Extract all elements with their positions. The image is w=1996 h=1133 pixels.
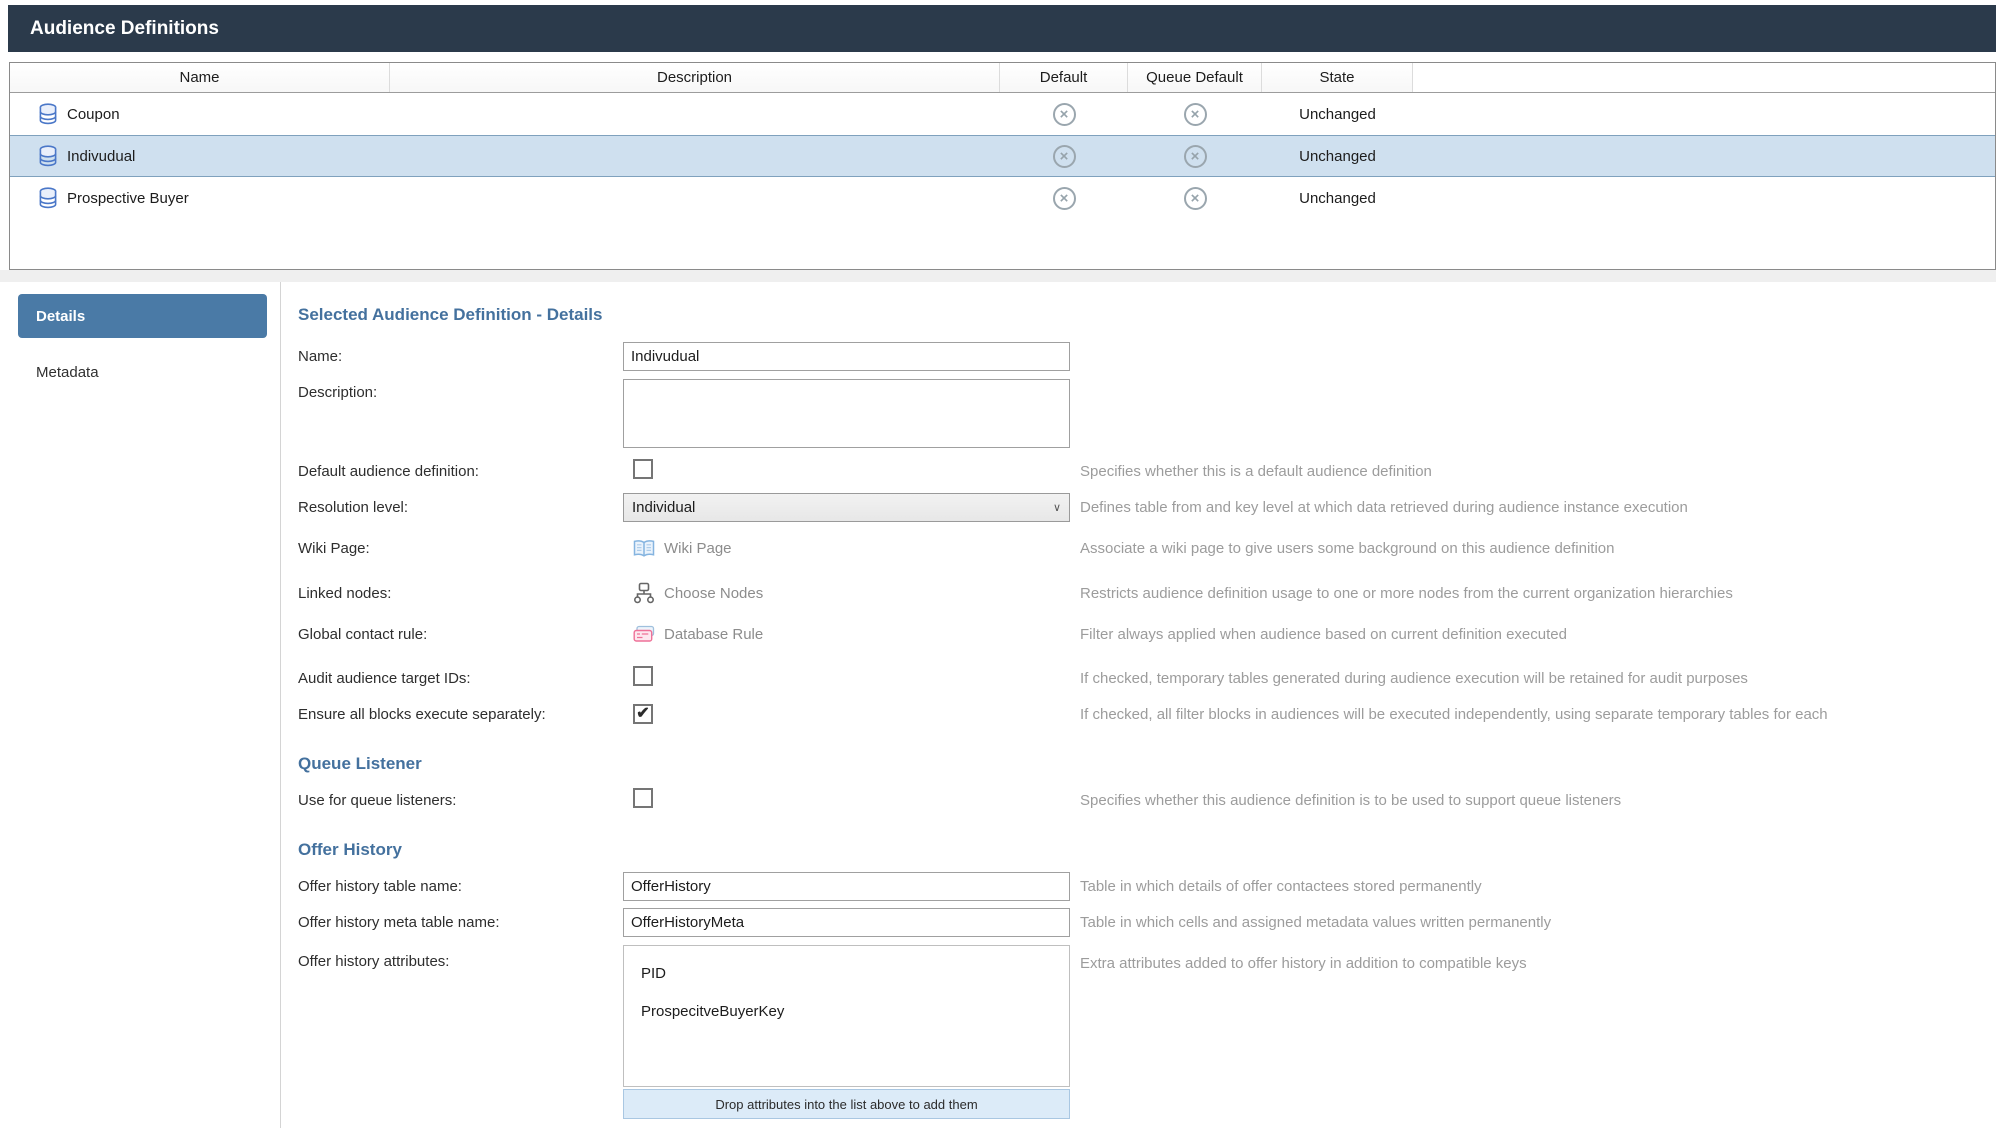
queue-listeners-checkbox[interactable] (633, 788, 653, 808)
choose-nodes-icon (633, 582, 655, 604)
tab-details[interactable]: Details (18, 294, 267, 338)
offer-history-table-help: Table in which details of offer contacte… (1080, 878, 1996, 895)
offer-history-heading: Offer History (298, 840, 1996, 860)
row-state: Unchanged (1262, 178, 1413, 218)
row-state: Unchanged (1262, 94, 1413, 134)
audience-definitions-table: Name Description Default Queue Default S… (9, 62, 1996, 270)
chevron-down-icon: ∨ (1053, 501, 1061, 514)
list-item[interactable]: PID (624, 956, 1069, 994)
circled-x-icon[interactable]: × (1184, 187, 1207, 210)
row-description (390, 178, 1000, 218)
row-name: Indivudual (67, 148, 135, 165)
linked-nodes-label: Linked nodes: (298, 585, 623, 602)
list-item[interactable]: ProspecitveBuyerKey (624, 994, 1069, 1032)
database-rule-button[interactable]: Database Rule (633, 625, 1070, 643)
row-name: Coupon (67, 106, 120, 123)
default-definition-checkbox[interactable] (633, 459, 653, 479)
details-sidebar: Details Metadata (0, 282, 281, 1128)
tab-label: Details (36, 308, 85, 325)
global-contact-rule-label: Global contact rule: (298, 626, 623, 643)
column-header-state: State (1262, 63, 1413, 92)
queue-listeners-label: Use for queue listeners: (298, 792, 623, 809)
default-definition-help: Specifies whether this is a default audi… (1080, 463, 1996, 480)
choose-nodes-button[interactable]: Choose Nodes (633, 582, 1070, 604)
offer-history-meta-label: Offer history meta table name: (298, 914, 623, 931)
column-header-queue-default: Queue Default (1128, 63, 1262, 92)
row-state: Unchanged (1262, 136, 1413, 176)
offer-history-meta-help: Table in which cells and assigned metada… (1080, 914, 1996, 931)
tab-label: Metadata (36, 364, 99, 381)
audit-target-ids-help: If checked, temporary tables generated d… (1080, 670, 1996, 687)
circled-x-icon[interactable]: × (1184, 103, 1207, 126)
details-heading: Selected Audience Definition - Details (298, 305, 1996, 325)
offer-history-table-input[interactable] (623, 872, 1070, 901)
description-label: Description: (298, 379, 623, 401)
attributes-drop-target[interactable]: Drop attributes into the list above to a… (623, 1089, 1070, 1119)
table-row-indivudual[interactable]: Indivudual × × Unchanged (10, 135, 1995, 177)
panel-divider (0, 270, 1996, 282)
wiki-page-button[interactable]: Wiki Page (633, 539, 1070, 558)
window-titlebar: Audience Definitions (8, 5, 1996, 52)
audit-target-ids-label: Audit audience target IDs: (298, 670, 623, 687)
database-icon (38, 145, 58, 167)
wiki-page-label: Wiki Page: (298, 540, 623, 557)
offer-history-attributes-help: Extra attributes added to offer history … (1080, 945, 1996, 972)
table-header-row: Name Description Default Queue Default S… (10, 63, 1995, 93)
database-icon (38, 187, 58, 209)
selected-option: Individual (632, 499, 695, 516)
wiki-page-link-text: Wiki Page (664, 540, 732, 557)
name-label: Name: (298, 348, 623, 365)
offer-history-attributes-list[interactable]: PID ProspecitveBuyerKey (623, 945, 1070, 1087)
queue-listeners-help: Specifies whether this audience definiti… (1080, 792, 1996, 809)
column-header-default: Default (1000, 63, 1128, 92)
wiki-page-icon (633, 539, 655, 558)
column-header-name: Name (10, 63, 390, 92)
circled-x-icon[interactable]: × (1053, 187, 1076, 210)
resolution-level-label: Resolution level: (298, 499, 623, 516)
queue-listener-heading: Queue Listener (298, 754, 1996, 774)
page-title: Audience Definitions (30, 18, 219, 40)
circled-x-icon[interactable]: × (1053, 103, 1076, 126)
database-rule-link-text: Database Rule (664, 626, 763, 643)
table-row-coupon[interactable]: Coupon × × Unchanged (10, 93, 1995, 135)
row-description (390, 94, 1000, 134)
row-name: Prospective Buyer (67, 190, 189, 207)
choose-nodes-link-text: Choose Nodes (664, 585, 763, 602)
offer-history-table-label: Offer history table name: (298, 878, 623, 895)
global-contact-rule-help: Filter always applied when audience base… (1080, 626, 1996, 643)
ensure-blocks-help: If checked, all filter blocks in audienc… (1080, 706, 1996, 723)
circled-x-icon[interactable]: × (1184, 145, 1207, 168)
resolution-level-help: Defines table from and key level at whic… (1080, 499, 1996, 516)
audit-target-ids-checkbox[interactable] (633, 666, 653, 686)
database-icon (38, 103, 58, 125)
database-rule-icon (633, 625, 655, 643)
ensure-blocks-checkbox[interactable]: ✔ (633, 704, 653, 724)
linked-nodes-help: Restricts audience definition usage to o… (1080, 585, 1996, 602)
column-header-filler (1413, 63, 1995, 92)
circled-x-icon[interactable]: × (1053, 145, 1076, 168)
wiki-page-help: Associate a wiki page to give users some… (1080, 540, 1996, 557)
ensure-blocks-label: Ensure all blocks execute separately: (298, 706, 623, 723)
column-header-description: Description (390, 63, 1000, 92)
details-panel: Selected Audience Definition - Details N… (281, 282, 1996, 1128)
row-description (390, 136, 1000, 176)
name-input[interactable] (623, 342, 1070, 371)
tab-metadata[interactable]: Metadata (18, 350, 267, 394)
resolution-level-select[interactable]: Individual ∨ (623, 493, 1070, 522)
description-textarea[interactable] (623, 379, 1070, 448)
default-definition-label: Default audience definition: (298, 463, 623, 480)
table-row-prospective-buyer[interactable]: Prospective Buyer × × Unchanged (10, 177, 1995, 219)
offer-history-attributes-label: Offer history attributes: (298, 945, 623, 970)
offer-history-meta-input[interactable] (623, 908, 1070, 937)
